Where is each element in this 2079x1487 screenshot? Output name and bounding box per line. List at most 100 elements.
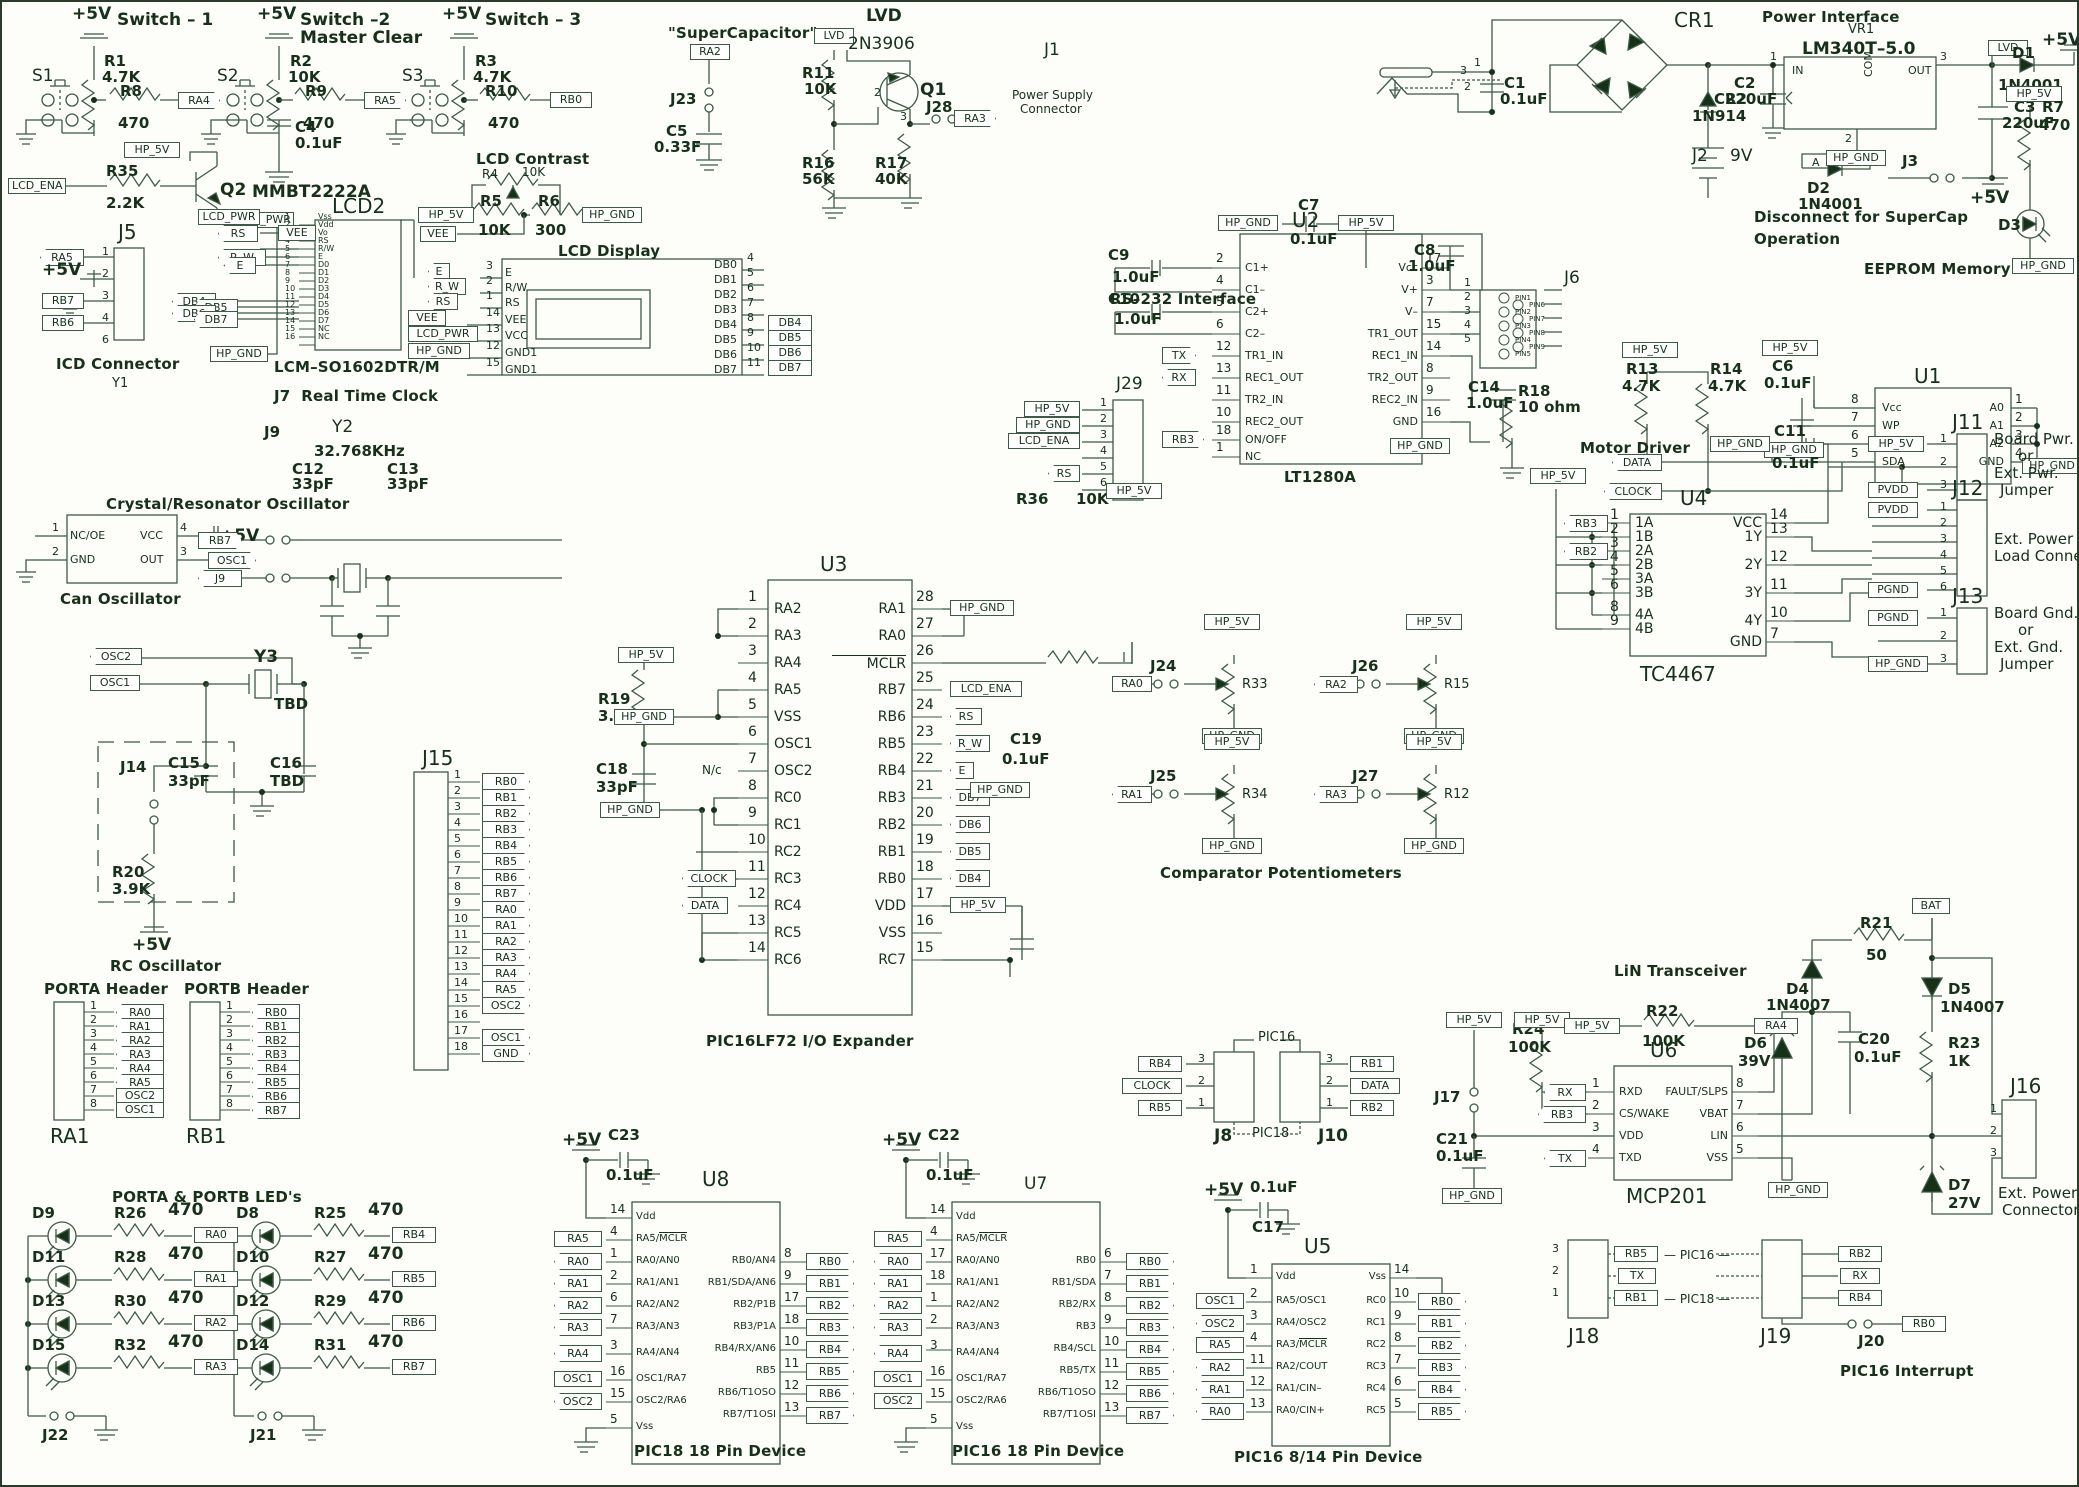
net-tag-lcdpwr-lcd2[interactable]: LCD_PWR <box>198 209 260 225</box>
net-tag-J15-rb0[interactable]: RB0 <box>482 773 530 790</box>
net-tag-lcddisp-lcd_pwr-4[interactable]: LCD_PWR <box>408 326 478 342</box>
net-tag-vee-lcd2[interactable]: VEE <box>278 225 316 241</box>
tag-J10-2[interactable]: DATA <box>1350 1078 1400 1094</box>
net-tag-lcddisp-db5[interactable]: DB5 <box>768 330 812 346</box>
net-tag-bat[interactable]: BAT <box>1912 898 1950 914</box>
net-tag-hpgnd-c19[interactable]: HP_GND <box>970 782 1030 798</box>
net-tag-u8-osc2-8[interactable]: OSC2 <box>554 1393 602 1410</box>
net-tag-J29-lcd_ena[interactable]: LCD_ENA <box>1008 433 1080 449</box>
net-tag-clock-eeprom[interactable]: CLOCK <box>1604 483 1662 500</box>
net-tag-u7r-rb5[interactable]: RB5 <box>1126 1363 1174 1380</box>
net-tag-lcddisp-db6[interactable]: DB6 <box>768 345 812 361</box>
net-tag-hp5v-j11[interactable]: HP_5V <box>1868 436 1924 452</box>
net-tag-u2-tx[interactable]: TX <box>1162 347 1196 364</box>
net-tag-hp5v-c6[interactable]: HP_5V <box>1762 340 1818 356</box>
net-tag-led-rb5[interactable]: RB5 <box>392 1271 436 1287</box>
net-tag-rx-u6[interactable]: RX <box>1544 1084 1586 1101</box>
net-tag-u8-osc1-7[interactable]: OSC1 <box>554 1371 602 1387</box>
net-tag-u3r-hp_5v-11[interactable]: HP_5V <box>950 897 1006 913</box>
net-tag-hpgnd-c7[interactable]: HP_GND <box>1218 215 1278 231</box>
tag-J18-1[interactable]: RB1 <box>1614 1290 1658 1306</box>
net-tag-hp5v-contrast[interactable]: HP_5V <box>418 207 474 223</box>
net-tag-u7-osc2-8[interactable]: OSC2 <box>874 1393 922 1409</box>
net-tag-hpgnd-j27[interactable]: HP_GND <box>1404 838 1464 854</box>
net-tag-hpgnd-j3[interactable]: HP_GND <box>1826 150 1886 166</box>
net-tag-u3r-rs-4[interactable]: RS <box>950 708 982 725</box>
net-tag-u3r-db4-10[interactable]: DB4 <box>950 870 990 887</box>
net-tag-rb3-u4[interactable]: RB3 <box>1564 515 1608 532</box>
net-tag-u5r-rb0[interactable]: RB0 <box>1418 1293 1466 1310</box>
net-tag-u5-ra5-3[interactable]: RA5 <box>1196 1337 1244 1353</box>
net-tag-J29-rs[interactable]: RS <box>1048 465 1080 482</box>
net-tag-hp5v-r36[interactable]: HP_5V <box>1106 483 1162 499</box>
tag-J5-5[interactable]: RB6 <box>42 315 84 331</box>
net-tag-u5r-rb1[interactable]: RB1 <box>1418 1315 1466 1332</box>
net-tag-u3r-r_w-5[interactable]: R_W <box>950 735 990 752</box>
net-tag-u7-ra1-3[interactable]: RA1 <box>874 1275 922 1292</box>
net-tag-u7-ra3-5[interactable]: RA3 <box>874 1319 922 1336</box>
net-tag-ra4-s1[interactable]: RA4 <box>178 92 220 109</box>
net-tag-pgnd-j13[interactable]: PGND <box>1868 610 1918 626</box>
tag-J10-3[interactable]: RB1 <box>1350 1056 1394 1072</box>
net-tag-ra4-r22[interactable]: RA4 <box>1754 1018 1798 1034</box>
net-tag-J15-rb4[interactable]: RB4 <box>482 837 530 854</box>
net-tag-u8r-rb7[interactable]: RB7 <box>806 1407 854 1424</box>
net-tag-hp5v-u4[interactable]: HP_5V <box>1530 468 1586 484</box>
net-tag-u5-osc1-1[interactable]: OSC1 <box>1196 1293 1244 1309</box>
net-tag-lcddisp-rs-2[interactable]: RS <box>428 293 458 310</box>
net-tag-J15-osc2[interactable]: OSC2 <box>482 997 530 1014</box>
net-tag-hpgnd-j25[interactable]: HP_GND <box>1202 838 1262 854</box>
net-tag-u8-ra5-1[interactable]: RA5 <box>554 1231 602 1247</box>
net-tag-u8-ra4-6[interactable]: RA4 <box>554 1345 602 1362</box>
net-tag-tx-u6[interactable]: TX <box>1544 1150 1586 1167</box>
net-tag-led-rb7[interactable]: RB7 <box>392 1359 436 1375</box>
net-tag-J29-hp_5v[interactable]: HP_5V <box>1024 401 1080 417</box>
net-tag-lcddisp-db7[interactable]: DB7 <box>768 360 812 376</box>
net-tag-u5r-rb2[interactable]: RB2 <box>1418 1337 1466 1354</box>
net-tag-led-ra1[interactable]: RA1 <box>194 1271 238 1287</box>
net-tag-ra5-s2[interactable]: RA5 <box>364 92 406 109</box>
net-tag-u3r-e-6[interactable]: E <box>950 762 974 779</box>
net-tag-hp5v-r24[interactable]: HP_5V <box>1514 1012 1570 1028</box>
net-tag-hpgnd-lcd2[interactable]: HP_GND <box>210 346 268 362</box>
net-tag-u8r-rb1[interactable]: RB1 <box>806 1275 854 1292</box>
net-tag-u8-ra1-3[interactable]: RA1 <box>554 1275 602 1292</box>
net-tag-hpgnd-c18[interactable]: HP_GND <box>600 802 660 818</box>
net-tag-ra2-supercap[interactable]: RA2 <box>690 44 730 60</box>
net-tag-hpgnd-c11[interactable]: HP_GND <box>1710 436 1770 452</box>
net-tag-rb0-s3[interactable]: RB0 <box>550 92 592 108</box>
net-tag-J15-rb3[interactable]: RB3 <box>482 821 530 838</box>
tag-J8-2[interactable]: CLOCK <box>1122 1078 1182 1094</box>
net-tag-rb3-u6[interactable]: RB3 <box>1538 1106 1586 1123</box>
net-tag-hpgnd-d6[interactable]: HP_GND <box>1768 1182 1828 1198</box>
net-tag-pvdd-j12[interactable]: PVDD <box>1868 502 1918 518</box>
net-tag-rb2-u4[interactable]: RB2 <box>1564 543 1608 560</box>
net-tag-u5-ra0-6[interactable]: RA0 <box>1196 1403 1244 1420</box>
net-tag-u5-osc2-2[interactable]: OSC2 <box>1196 1315 1244 1332</box>
tag-J24-in[interactable]: RA0 <box>1112 676 1152 692</box>
net-tag-u5r-rb4[interactable]: RB4 <box>1418 1381 1466 1398</box>
net-tag-u7r-rb2[interactable]: RB2 <box>1126 1297 1174 1314</box>
net-tag-J15-gnd[interactable]: GND <box>482 1045 530 1062</box>
net-tag-u8r-rb4[interactable]: RB4 <box>806 1341 854 1358</box>
net-tag-J15-rb1[interactable]: RB1 <box>482 789 530 806</box>
net-tag-led-ra0[interactable]: RA0 <box>194 1227 238 1243</box>
net-tag-hp5v-j24[interactable]: HP_5V <box>1204 614 1260 630</box>
net-tag-u3r-hp_gnd-0[interactable]: HP_GND <box>950 600 1014 616</box>
net-tag-ra3-j28[interactable]: RA3 <box>954 110 996 127</box>
net-tag-pgnd-j12[interactable]: PGND <box>1868 582 1918 598</box>
net-tag-u3r-db5-9[interactable]: DB5 <box>950 843 990 860</box>
net-tag-hpgnd-c21[interactable]: HP_GND <box>1442 1188 1502 1204</box>
net-tag-u3-clock[interactable]: CLOCK <box>682 870 736 887</box>
net-tag-J15-ra1[interactable]: RA1 <box>482 917 530 934</box>
net-tag-led-rb4[interactable]: RB4 <box>392 1227 436 1243</box>
net-tag-J15-osc1[interactable]: OSC1 <box>482 1029 530 1046</box>
net-tag-osc2-y3[interactable]: OSC2 <box>90 648 142 665</box>
net-tag-u3-data[interactable]: DATA <box>682 897 728 914</box>
tag-J19-3[interactable]: RB2 <box>1838 1246 1882 1262</box>
tag-J10-1[interactable]: RB2 <box>1350 1100 1394 1116</box>
net-tag-rs-lcd2[interactable]: RS <box>218 225 258 242</box>
tag-J27-in[interactable]: RA3 <box>1314 786 1358 803</box>
tag-J5-4[interactable]: RB7 <box>42 293 84 309</box>
net-tag-hp5v-j25[interactable]: HP_5V <box>1204 734 1260 750</box>
